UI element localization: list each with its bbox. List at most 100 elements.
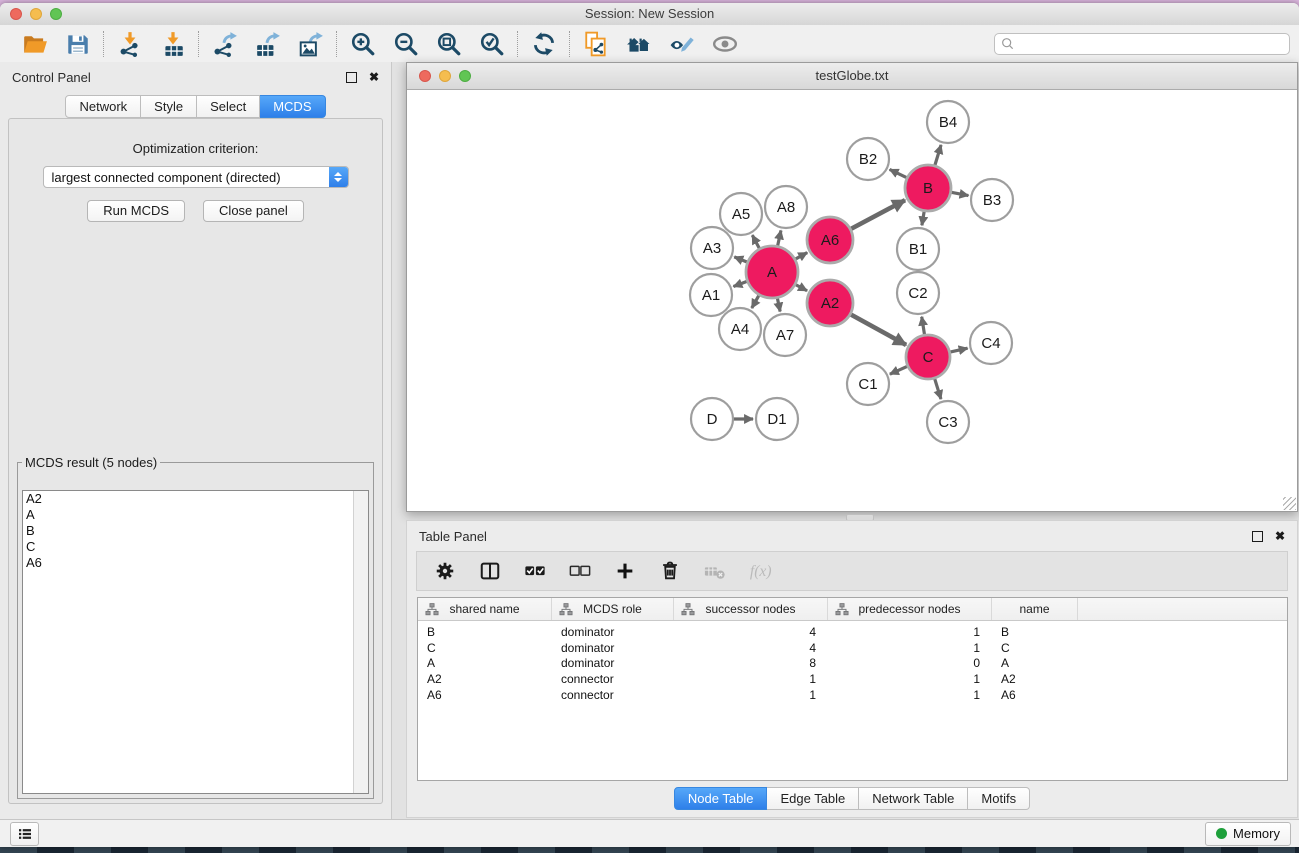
table-tab-edge-table[interactable]: Edge Table — [767, 787, 859, 810]
table-row[interactable]: Cdominator41C — [418, 640, 1287, 656]
graph-node-C1[interactable]: C1 — [847, 363, 889, 405]
run-mcds-button[interactable]: Run MCDS — [87, 200, 185, 222]
close-panel-icon[interactable]: ✖ — [369, 72, 379, 82]
zoom-selected-icon[interactable] — [479, 31, 505, 57]
delete-column-trash-icon[interactable] — [659, 560, 681, 582]
tab-select[interactable]: Select — [197, 95, 260, 118]
graph-edge-B-B1[interactable] — [922, 211, 924, 226]
mcds-result-item[interactable]: A6 — [23, 555, 368, 571]
graph-edge-C-C2[interactable] — [922, 317, 925, 336]
graph-edge-A-A6[interactable] — [795, 253, 807, 260]
graph-node-A4[interactable]: A4 — [719, 308, 761, 350]
show-graphics-icon[interactable] — [712, 31, 738, 57]
graph-edge-A-A7[interactable] — [777, 297, 780, 311]
scrollbar-track[interactable] — [353, 491, 368, 793]
graph-node-A[interactable]: A — [746, 246, 798, 298]
column-header-predecessor-nodes[interactable]: predecessor nodes — [828, 598, 992, 620]
criterion-select[interactable]: largest connected component (directed) — [43, 166, 349, 188]
graph-edge-B-B2[interactable] — [890, 169, 908, 178]
mcds-result-item[interactable]: A — [23, 507, 368, 523]
column-header-successor-nodes[interactable]: successor nodes — [674, 598, 828, 620]
graph-node-A3[interactable]: A3 — [691, 227, 733, 269]
close-panel-button[interactable]: Close panel — [203, 200, 304, 222]
refresh-view-icon[interactable] — [531, 31, 557, 57]
home-view-icon[interactable] — [626, 31, 652, 57]
graph-edge-A-A2[interactable] — [795, 284, 807, 290]
graph-edge-C-C4[interactable] — [949, 348, 967, 352]
graph-edge-C-C1[interactable] — [890, 366, 908, 374]
resize-grip-icon[interactable] — [1283, 497, 1296, 510]
zoom-fit-icon[interactable] — [436, 31, 462, 57]
table-row[interactable]: Adominator80A — [418, 656, 1287, 672]
graph-node-B2[interactable]: B2 — [847, 138, 889, 180]
import-network-icon[interactable] — [117, 31, 143, 57]
toggle-columns-icon[interactable] — [479, 560, 501, 582]
graph-edge-A-A4[interactable] — [752, 295, 760, 308]
memory-button[interactable]: Memory — [1205, 822, 1291, 846]
network-minimize-button[interactable] — [439, 70, 451, 82]
table-tab-node-table[interactable]: Node Table — [674, 787, 768, 810]
tab-mcds[interactable]: MCDS — [260, 95, 325, 118]
graph-node-C2[interactable]: C2 — [897, 272, 939, 314]
graph-node-D[interactable]: D — [691, 398, 733, 440]
graph-node-B3[interactable]: B3 — [971, 179, 1013, 221]
table-tab-motifs[interactable]: Motifs — [968, 787, 1030, 810]
search-input[interactable] — [1016, 36, 1289, 52]
add-column-plus-icon[interactable] — [614, 560, 636, 582]
style-edit-icon[interactable] — [669, 31, 695, 57]
graph-edge-A2-C[interactable] — [850, 314, 906, 345]
select-all-check-icon[interactable] — [524, 560, 546, 582]
graph-node-A2[interactable]: A2 — [807, 280, 853, 326]
search-box[interactable] — [994, 33, 1290, 55]
table-row[interactable]: A2connector11A2 — [418, 671, 1287, 687]
table-settings-gear-icon[interactable] — [434, 560, 456, 582]
zoom-window-button[interactable] — [50, 8, 62, 20]
table-close-panel-icon[interactable]: ✖ — [1275, 531, 1285, 541]
graph-edge-A-A8[interactable] — [777, 230, 780, 246]
graph-node-A7[interactable]: A7 — [764, 314, 806, 356]
close-window-button[interactable] — [10, 8, 22, 20]
network-window-titlebar[interactable]: testGlobe.txt — [407, 63, 1297, 90]
graph-edge-C-C3[interactable] — [934, 378, 940, 399]
export-table-icon[interactable] — [255, 31, 281, 57]
network-zoom-button[interactable] — [459, 70, 471, 82]
network-from-file-icon[interactable] — [583, 31, 609, 57]
network-canvas[interactable]: B4B2BB3A8A5A6B1A3AC2A1A2A4A7C4CC1C3DD1 — [407, 90, 1297, 511]
graph-node-A1[interactable]: A1 — [690, 274, 732, 316]
column-header-name[interactable]: name — [992, 598, 1078, 620]
graph-node-C3[interactable]: C3 — [927, 401, 969, 443]
graph-node-B1[interactable]: B1 — [897, 228, 939, 270]
deselect-all-check-icon[interactable] — [569, 560, 591, 582]
table-row[interactable]: A6connector11A6 — [418, 687, 1287, 703]
task-history-button[interactable] — [10, 822, 39, 846]
tab-network[interactable]: Network — [65, 95, 141, 118]
table-float-panel-icon[interactable] — [1252, 531, 1263, 542]
graph-node-C[interactable]: C — [906, 335, 950, 379]
graph-edge-A-A1[interactable] — [733, 281, 747, 286]
graph-edge-A-A5[interactable] — [752, 235, 759, 249]
graph-edge-A6-B[interactable] — [850, 200, 905, 229]
mcds-result-item[interactable]: B — [23, 523, 368, 539]
network-close-button[interactable] — [419, 70, 431, 82]
zoom-in-icon[interactable] — [350, 31, 376, 57]
column-header-mcds-role[interactable]: MCDS role — [552, 598, 674, 620]
graph-node-B[interactable]: B — [905, 165, 951, 211]
graph-node-A8[interactable]: A8 — [765, 186, 807, 228]
graph-node-B4[interactable]: B4 — [927, 101, 969, 143]
graph-edge-B-B4[interactable] — [935, 145, 941, 166]
column-header-shared-name[interactable]: shared name — [418, 598, 552, 620]
open-file-icon[interactable] — [22, 31, 48, 57]
mcds-result-list[interactable]: A2ABCA6 — [22, 490, 369, 794]
float-panel-icon[interactable] — [346, 72, 357, 83]
graph-edge-A-A3[interactable] — [734, 257, 748, 262]
save-session-icon[interactable] — [65, 31, 91, 57]
table-row[interactable]: Bdominator41B — [418, 624, 1287, 640]
zoom-out-icon[interactable] — [393, 31, 419, 57]
graph-edge-B-B3[interactable] — [951, 192, 969, 195]
mcds-result-item[interactable]: C — [23, 539, 368, 555]
graph-node-C4[interactable]: C4 — [970, 322, 1012, 364]
graph-node-D1[interactable]: D1 — [756, 398, 798, 440]
mcds-result-item[interactable]: A2 — [23, 491, 368, 507]
export-image-icon[interactable] — [298, 31, 324, 57]
tab-style[interactable]: Style — [141, 95, 197, 118]
